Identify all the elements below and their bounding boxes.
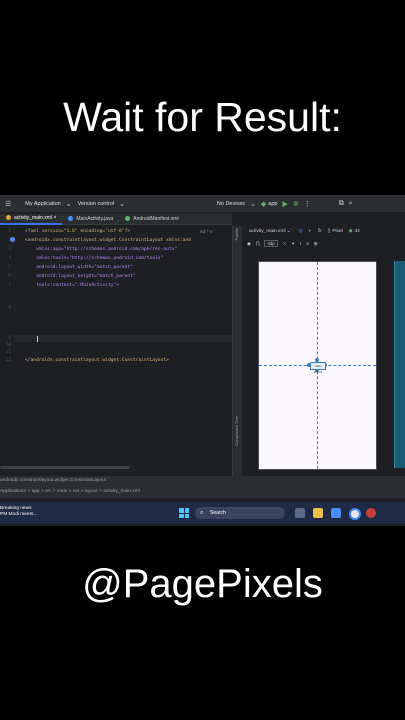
orientation-icon[interactable]: ↻ (318, 229, 322, 234)
inspection-warnings[interactable]: A2 ^ v (200, 229, 212, 234)
android-studio-icon[interactable] (366, 508, 376, 518)
margin-field[interactable]: 0dp (264, 240, 278, 247)
windows-start-icon[interactable] (179, 508, 189, 518)
text-caret (37, 336, 38, 342)
caption-top: Wait for Result: (63, 94, 342, 140)
line-number: 10 (5, 343, 11, 348)
project-selector[interactable]: My Application (25, 201, 60, 207)
constraint-toolbar: ◉ ⋂ 0dp ⤫ ✦ I ≡ ⊞ (233, 239, 405, 248)
eye-icon[interactable]: ◉ (247, 241, 251, 247)
code-line: <?xml version="1.0" encoding="utf-8"?> (25, 229, 131, 234)
run-config[interactable]: app (268, 201, 277, 207)
layers-icon[interactable]: ◎ (299, 229, 303, 234)
xml-file-icon (6, 215, 11, 221)
code-line: android:layout_width="match_parent" (25, 265, 133, 270)
device-manager-icon[interactable]: ⧉ (339, 200, 344, 208)
line-number: 8 (8, 306, 11, 311)
store-icon[interactable] (331, 508, 341, 518)
line-number: 11 (5, 350, 11, 355)
side-strip: Palette Component Tree (233, 226, 242, 476)
tab-android-manifest[interactable]: AndroidManifest.xml (119, 214, 184, 224)
infer-icon[interactable]: ✦ (291, 241, 295, 247)
line-number: 5 (8, 265, 11, 270)
chevron-down-icon[interactable]: ⌄ (287, 229, 291, 234)
more-icon[interactable]: ⋮ (304, 200, 311, 208)
hamburger-menu-icon[interactable]: ☰ (5, 200, 11, 208)
current-line-highlight (14, 335, 232, 342)
hello-textview[interactable]: Hello World! (310, 362, 326, 374)
java-file-icon (68, 216, 74, 222)
debug-icon[interactable]: ✲ (293, 200, 299, 208)
tab-activity-main[interactable]: activity_main.xml × (0, 213, 63, 225)
tab-main-activity[interactable]: MainActivity.java (62, 214, 119, 224)
windows-taskbar: Breaking news PM Modi meets... ⌕ Search (0, 502, 405, 524)
line-number: 7 (8, 283, 11, 288)
main-toolbar: ☰ My Application ⌄ Version control ⌄ No … (0, 195, 405, 212)
line-number: 4 (8, 256, 11, 261)
design-toolbar: activity_main.xml ⌄ ◎ ◐ ↻ ▯ Pixel ◆ 34 (233, 226, 405, 237)
tag-breadcrumb[interactable]: androidx.constraintlayout.widget.Constra… (0, 478, 106, 483)
api-level[interactable]: 34 (354, 229, 359, 234)
status-bar: androidx.constraintlayout.widget.Constra… (0, 476, 405, 498)
code-editor[interactable]: 1 2 3 4 5 6 7 8 9 10 11 12 <?xml version… (0, 226, 232, 476)
search-icon: ⌕ (200, 510, 204, 516)
code-line: android:layout_height="match_parent" (25, 274, 136, 279)
night-mode-icon[interactable]: ◐ (309, 229, 312, 234)
line-number: 3 (8, 247, 11, 252)
ide-screenshot: ☰ My Application ⌄ Version control ⌄ No … (0, 195, 405, 526)
chevron-down-icon[interactable]: ⌄ (66, 200, 72, 208)
task-view-icon[interactable] (295, 508, 305, 518)
blueprint-preview[interactable] (394, 261, 405, 468)
design-link-icon[interactable] (10, 237, 15, 242)
run-icon[interactable]: ▶ (282, 200, 287, 208)
line-number: 6 (8, 274, 11, 279)
line-number: 12 (5, 358, 11, 363)
code-line: xmlns:tools="http://schemas.android.com/… (25, 256, 164, 261)
taskbar-search[interactable]: ⌕ Search (195, 507, 285, 519)
editor-scrollbar[interactable] (0, 466, 130, 469)
device-selector[interactable]: No Devices (217, 201, 245, 207)
guidelines-icon[interactable]: I (300, 241, 301, 246)
chevron-down-icon[interactable]: ⌄ (250, 200, 256, 208)
chrome-icon[interactable] (349, 508, 361, 520)
clear-constraints-icon[interactable]: ⤫ (283, 241, 287, 246)
file-explorer-icon[interactable] (313, 508, 323, 518)
magnet-icon[interactable]: ⋂ (256, 241, 260, 247)
caption-bottom: @PagePixels (82, 562, 323, 606)
design-file-selector[interactable]: activity_main.xml (249, 229, 286, 234)
api-icon[interactable]: ◆ (349, 229, 353, 234)
align-icon[interactable]: ≡ (306, 241, 309, 246)
phone-preview[interactable]: Hello World! (258, 261, 377, 470)
code-line: tools:context=".MainActivity"> (25, 283, 120, 288)
code-line: xmlns:app="http://schemas.android.com/ap… (25, 247, 178, 252)
editor-tabs: activity_main.xml × MainActivity.java An… (0, 214, 232, 225)
line-gutter: 1 2 3 4 5 6 7 8 9 10 11 12 (0, 226, 14, 476)
device-icon[interactable]: ▯ (328, 229, 331, 234)
line-number: 1 (8, 229, 11, 234)
manifest-file-icon (125, 216, 131, 222)
component-tree-tab[interactable]: Component Tree (234, 416, 239, 446)
search-icon[interactable]: ⌕ (349, 200, 353, 208)
design-panel: Palette Component Tree activity_main.xml… (232, 226, 405, 476)
chevron-down-icon[interactable]: ⌄ (119, 200, 125, 208)
code-line: <androidx.constraintlayout.widget.Constr… (25, 238, 191, 243)
vcs-menu[interactable]: Version control (78, 201, 114, 207)
path-breadcrumb[interactable]: Application3 > app > src > main > res > … (0, 489, 140, 494)
pack-icon[interactable]: ⊞ (314, 241, 318, 247)
code-line: </androidx.constraintlayout.widget.Const… (25, 358, 169, 363)
android-icon: ◆ (260, 200, 267, 208)
line-number: 9 (8, 336, 11, 341)
news-widget[interactable]: Breaking news PM Modi meets... (0, 506, 37, 518)
device-selector-design[interactable]: Pixel (332, 229, 342, 234)
